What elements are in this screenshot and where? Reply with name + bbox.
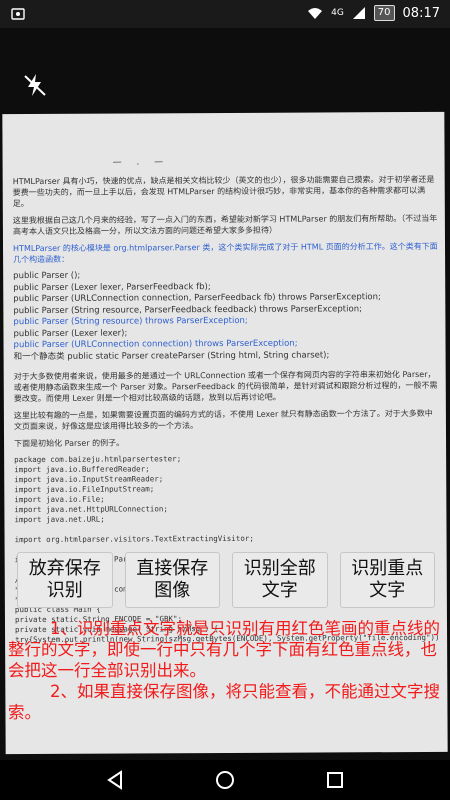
home-circle-icon[interactable] (214, 769, 236, 791)
flash-off-icon[interactable] (22, 72, 48, 98)
recognize-all-button[interactable]: 识别全部文字 (232, 552, 328, 608)
hint-line-1: 1、识别重点文字就是只识别有用红色笔画的重点线的整行的文字，即使一行中只有几个字… (8, 619, 440, 680)
action-button-row: 放弃保存识别 直接保存图像 识别全部文字 识别重点文字 (17, 552, 435, 608)
document-paragraph: 这里比较有趣的一点是，如果需要设置页面的编码方式的话，不使用 Lexer 就只有… (13, 408, 433, 432)
constructor-list: public Parser (); public Parser (Lexer l… (13, 269, 438, 363)
document-paragraph: HTMLParser 具有小巧，快速的优点，缺点是相关文档比较少（英文的也少），… (12, 174, 435, 209)
document-paragraph: 对于大多数使用者来说，使用最多的是通过一个 URLConnection 或者一个… (13, 369, 438, 404)
constructor-line: 和一个静态类 public static Parser createParser… (13, 349, 330, 362)
document-paragraph: 这里我根据自己这几个月来的经验，写了一点入门的东西，希望能对新学习 HTMLPa… (12, 213, 438, 237)
status-bar: 4G 70 08:17 (0, 0, 450, 28)
recents-square-icon[interactable] (324, 769, 346, 791)
notification-icon (11, 8, 25, 20)
save-image-button[interactable]: 直接保存图像 (124, 552, 220, 608)
discard-save-button[interactable]: 放弃保存识别 (17, 552, 113, 608)
wifi-icon (308, 8, 323, 19)
code-block: package com.baizeju.htmlparsertester; im… (14, 453, 440, 645)
document-paragraph: 下面是初始化 Parser 的例子。 (14, 438, 125, 449)
document-paragraph: HTMLParser 的核心模块是 org.htmlparser.Parser … (13, 241, 438, 265)
navigation-bar (0, 760, 450, 800)
clock: 08:17 (402, 5, 440, 21)
back-triangle-icon[interactable] (104, 769, 126, 791)
constructor-line: public Parser (URLConnection connection,… (13, 292, 381, 305)
battery-indicator: 70 (373, 5, 395, 21)
hint-line-2: 2、如果直接保存图像，将只能查看，不能通过文字搜索。 (8, 682, 440, 722)
signal-icon (352, 7, 365, 19)
recognize-key-button[interactable]: 识别重点文字 (339, 552, 435, 608)
hint-text: 1、识别重点文字就是只识别有用红色笔画的重点线的整行的文字，即使一行中只有几个字… (8, 618, 442, 723)
network-type: 4G (331, 8, 344, 18)
document-title-marks: — . — (112, 157, 170, 168)
